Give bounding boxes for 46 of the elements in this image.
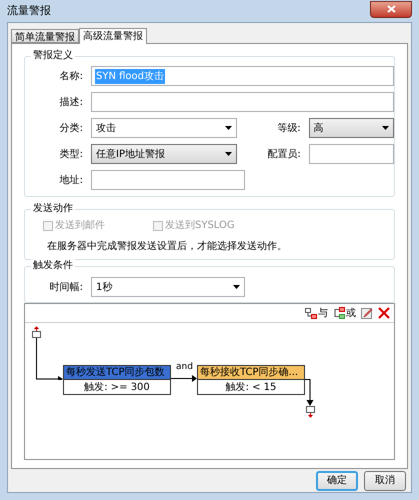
caret-icon (233, 285, 240, 289)
toolbar-button[interactable]: 与 (305, 306, 328, 320)
caret-icon (224, 126, 232, 130)
field-label: 地址: (58, 174, 84, 188)
field-label: 类型: (58, 148, 84, 162)
group-title: 警报定义 (31, 49, 75, 63)
condition-node[interactable]: 每秒发送TCP同步包数 触发: >= 300 (63, 365, 171, 395)
node-title: 每秒发送TCP同步包数 (64, 366, 170, 380)
dialog-button[interactable]: 确定 (316, 470, 358, 490)
branch-nodes-icon (333, 307, 345, 319)
delete-icon[interactable] (378, 307, 390, 319)
field-label: 分类: (58, 122, 84, 136)
dropdown[interactable]: 1秒 (91, 277, 245, 297)
close-button[interactable] (370, 0, 412, 18)
note-text: 在服务器中完成警报发送设置后，才能选择发送动作。 (46, 240, 288, 254)
condition-node[interactable]: 每秒接收TCP同步确... 触发: < 15 (197, 365, 305, 395)
field-label: 配置员: (266, 148, 302, 162)
toolbar-button[interactable]: 或 (333, 306, 356, 320)
dialog-button[interactable]: 取消 (364, 470, 406, 490)
tab[interactable]: 高级流量警报 (79, 28, 147, 44)
close-icon (386, 5, 396, 13)
field-label: 等级: (276, 122, 302, 136)
connector-label: and (176, 361, 193, 374)
field-label: 描述: (58, 96, 84, 110)
connector-arrow (305, 379, 315, 406)
node-condition: 触发: >= 300 (83, 380, 151, 394)
port-icon (306, 406, 315, 418)
input-field[interactable] (308, 144, 394, 164)
caret-icon (382, 126, 389, 130)
tab[interactable]: 简单流量警报 (11, 29, 79, 43)
input-field[interactable] (91, 92, 394, 112)
node-condition: 触发: < 15 (224, 380, 278, 394)
window-title: 流量警报 (7, 2, 51, 19)
node-title: 每秒接收TCP同步确... (198, 366, 304, 380)
input-field[interactable] (91, 170, 245, 190)
connector-arrow (171, 375, 197, 382)
dropdown[interactable]: 任意IP地址警报 (91, 144, 237, 164)
field-label: 时间幅: (48, 280, 84, 294)
field-label: 名称: (58, 70, 84, 84)
caret-icon (224, 152, 232, 156)
edit-icon[interactable] (361, 307, 373, 319)
port-icon (32, 326, 41, 338)
connector-arrow (36, 338, 63, 380)
dropdown[interactable]: 攻击 (91, 118, 237, 138)
dropdown[interactable]: 高 (308, 118, 394, 138)
link-nodes-icon (305, 308, 317, 318)
